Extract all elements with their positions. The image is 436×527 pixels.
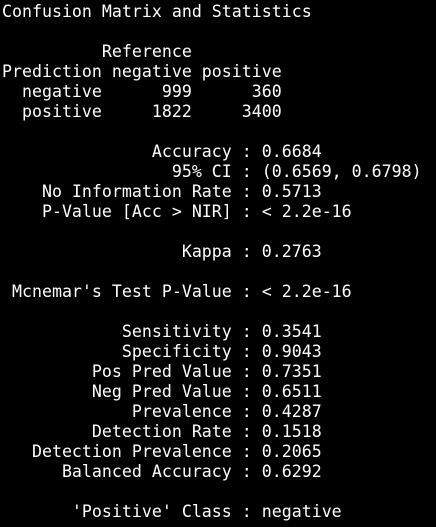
stat-detection-rate: Detection Rate : 0.1518 <box>2 422 322 441</box>
stat-accuracy: Accuracy : 0.6684 <box>2 142 322 161</box>
r-console-output: Confusion Matrix and Statistics Referenc… <box>0 0 436 527</box>
matrix-column-header: Prediction negative positive <box>2 62 282 81</box>
stat-positive-class: 'Positive' Class : negative <box>2 502 342 521</box>
stat-sensitivity: Sensitivity : 0.3541 <box>2 322 322 341</box>
stat-prevalence: Prevalence : 0.4287 <box>2 402 322 421</box>
stat-specificity: Specificity : 0.9043 <box>2 342 322 361</box>
stat-balanced-accuracy: Balanced Accuracy : 0.6292 <box>2 462 322 481</box>
stat-p-value-acc-nir: P-Value [Acc > NIR] : < 2.2e-16 <box>2 202 352 221</box>
matrix-row-negative: negative 999 360 <box>2 82 282 101</box>
matrix-reference-header: Reference <box>2 42 192 61</box>
stat-pos-pred-value: Pos Pred Value : 0.7351 <box>2 362 322 381</box>
stat-detection-prevalence: Detection Prevalence : 0.2065 <box>2 442 322 461</box>
stat-kappa: Kappa : 0.2763 <box>2 242 322 261</box>
stat-neg-pred-value: Neg Pred Value : 0.6511 <box>2 382 322 401</box>
console-line-title: Confusion Matrix and Statistics <box>2 2 312 21</box>
matrix-row-positive: positive 1822 3400 <box>2 102 282 121</box>
stat-mcnemar-p-value: Mcnemar's Test P-Value : < 2.2e-16 <box>2 282 352 301</box>
stat-no-information-rate: No Information Rate : 0.5713 <box>2 182 322 201</box>
stat-95-ci: 95% CI : (0.6569, 0.6798) <box>2 162 422 181</box>
